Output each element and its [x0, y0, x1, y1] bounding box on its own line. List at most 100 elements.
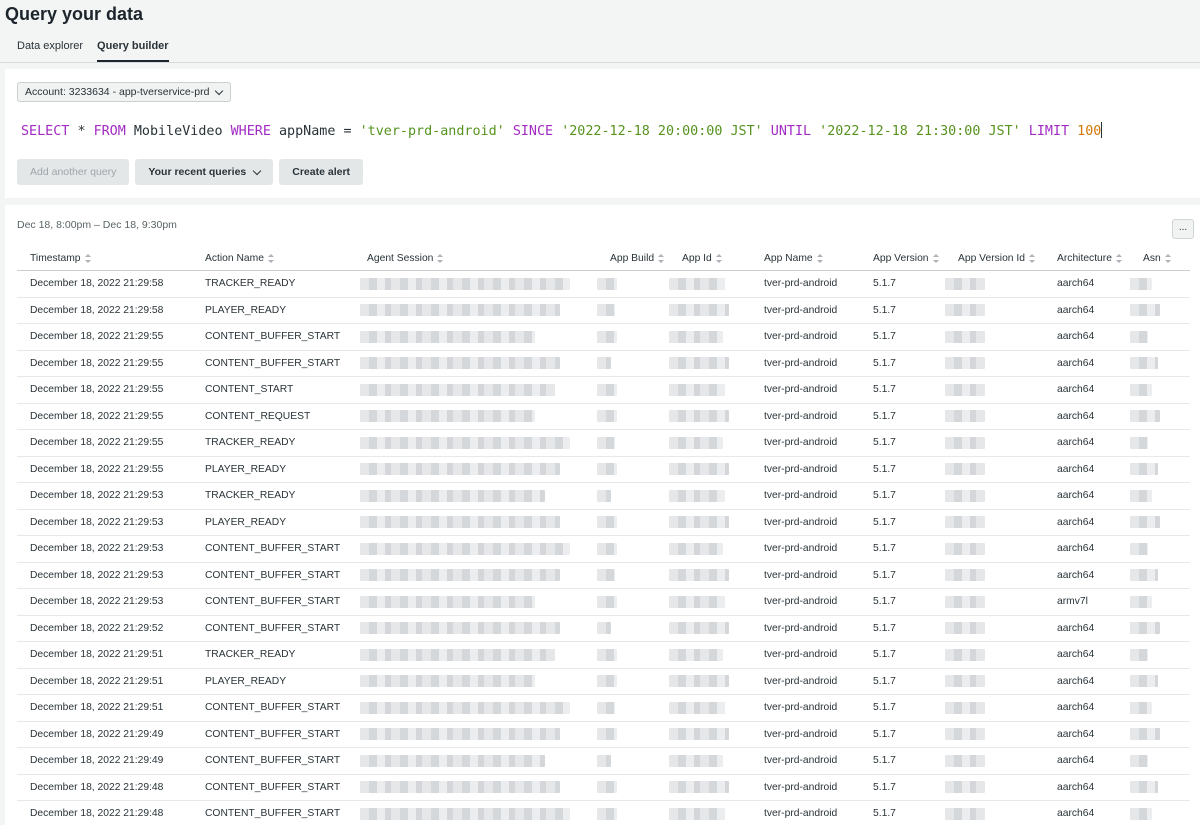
table-cell: tver-prd-android	[751, 350, 860, 377]
table-row[interactable]: December 18, 2022 21:29:55 CONTENT_START t…	[17, 376, 1190, 404]
table-cell	[1130, 721, 1190, 748]
table-cell: December 18, 2022 21:29:48	[17, 774, 192, 801]
redacted-value	[360, 622, 560, 635]
table-row[interactable]: December 18, 2022 21:29:53 CONTENT_BUFFER…	[17, 562, 1190, 589]
more-options-button[interactable]: ...	[1172, 219, 1194, 239]
table-cell: 5.1.7	[860, 588, 945, 616]
table-cell: 5.1.7	[860, 403, 945, 430]
redacted-value	[360, 410, 535, 423]
redacted-value	[669, 754, 723, 767]
table-row[interactable]: December 18, 2022 21:29:52 CONTENT_BUFFER…	[17, 615, 1190, 642]
column-header[interactable]: App Version	[860, 246, 945, 271]
sort-icon[interactable]	[267, 253, 274, 263]
table-row[interactable]: December 18, 2022 21:29:49 CONTENT_BUFFER…	[17, 721, 1190, 748]
column-header[interactable]: Asn	[1130, 246, 1190, 271]
redacted-value	[669, 516, 729, 529]
table-cell: December 18, 2022 21:29:53	[17, 588, 192, 616]
table-cell	[669, 350, 751, 377]
table-row[interactable]: December 18, 2022 21:29:49 CONTENT_BUFFER…	[17, 747, 1190, 775]
table-row[interactable]: December 18, 2022 21:29:51 CONTENT_BUFFER…	[17, 694, 1190, 722]
table-cell: 5.1.7	[860, 774, 945, 801]
redacted-value	[1130, 410, 1160, 423]
redacted-value	[945, 542, 985, 555]
table-row[interactable]: December 18, 2022 21:29:55 PLAYER_READY tv…	[17, 456, 1190, 483]
redacted-value	[945, 569, 985, 582]
table-row[interactable]: December 18, 2022 21:29:53 CONTENT_BUFFER…	[17, 588, 1190, 616]
redacted-value	[360, 728, 560, 741]
table-cell	[597, 774, 669, 801]
tab-query-builder[interactable]: Query builder	[97, 40, 169, 62]
table-cell: aarch64	[1044, 482, 1130, 510]
sort-icon[interactable]	[437, 253, 444, 263]
table-cell: tver-prd-android	[751, 270, 860, 298]
sort-icon[interactable]	[1028, 253, 1035, 263]
table-row[interactable]: December 18, 2022 21:29:55 CONTENT_BUFFER…	[17, 323, 1190, 351]
table-cell	[669, 694, 751, 722]
nrql-query-editor[interactable]: SELECT * FROM MobileVideo WHERE appName …	[21, 122, 1103, 139]
table-cell: 5.1.7	[860, 668, 945, 695]
column-header[interactable]: App Name	[751, 246, 860, 271]
redacted-value	[945, 304, 985, 317]
table-row[interactable]: December 18, 2022 21:29:55 TRACKER_READY t…	[17, 429, 1190, 457]
table-row[interactable]: December 18, 2022 21:29:53 CONTENT_BUFFER…	[17, 535, 1190, 563]
sort-icon[interactable]	[1164, 253, 1171, 263]
table-cell: December 18, 2022 21:29:55	[17, 456, 192, 483]
column-header-label: App Build	[610, 252, 655, 264]
table-cell: December 18, 2022 21:29:51	[17, 641, 192, 669]
table-cell: 5.1.7	[860, 376, 945, 404]
table-row[interactable]: December 18, 2022 21:29:51 TRACKER_READY t…	[17, 641, 1190, 669]
table-cell: CONTENT_BUFFER_START	[192, 721, 354, 748]
table-row[interactable]: December 18, 2022 21:29:55 CONTENT_REQUES…	[17, 403, 1190, 430]
table-row[interactable]: December 18, 2022 21:29:58 TRACKER_READY t…	[17, 270, 1190, 298]
query-token: WHERE	[230, 124, 271, 139]
table-row[interactable]: December 18, 2022 21:29:53 PLAYER_READY tv…	[17, 509, 1190, 536]
account-selector[interactable]: Account: 3233634 - app-tverservice-prd	[17, 82, 232, 102]
query-token: SELECT	[21, 124, 70, 139]
table-cell	[669, 509, 751, 536]
redacted-value	[669, 701, 725, 714]
sort-icon[interactable]	[932, 253, 939, 263]
table-row[interactable]: December 18, 2022 21:29:58 PLAYER_READY tv…	[17, 297, 1190, 324]
table-row[interactable]: December 18, 2022 21:29:48 CONTENT_BUFFER…	[17, 774, 1190, 801]
table-cell	[1130, 323, 1190, 351]
table-row[interactable]: December 18, 2022 21:29:48 CONTENT_BUFFER…	[17, 800, 1190, 825]
table-row[interactable]: December 18, 2022 21:29:55 CONTENT_BUFFER…	[17, 350, 1190, 377]
table-cell	[597, 297, 669, 324]
table-cell: aarch64	[1044, 350, 1130, 377]
table-cell	[945, 774, 1044, 801]
column-header[interactable]: App Version Id	[945, 246, 1044, 271]
sort-icon[interactable]	[658, 253, 665, 263]
query-panel: Account: 3233634 - app-tverservice-prd S…	[5, 69, 1200, 198]
column-header[interactable]: Architecture	[1044, 246, 1130, 271]
table-cell: December 18, 2022 21:29:55	[17, 350, 192, 377]
redacted-value	[597, 330, 617, 343]
table-cell: December 18, 2022 21:29:55	[17, 376, 192, 404]
create-alert-button[interactable]: Create alert	[279, 159, 364, 185]
column-header[interactable]: App Build	[597, 246, 669, 271]
redacted-value	[1130, 516, 1160, 529]
table-cell	[354, 562, 597, 589]
column-header[interactable]: Agent Session	[354, 246, 597, 271]
sort-icon[interactable]	[1115, 253, 1122, 263]
table-cell: December 18, 2022 21:29:58	[17, 297, 192, 324]
sort-icon[interactable]	[715, 253, 722, 263]
column-header[interactable]: Action Name	[192, 246, 354, 271]
recent-queries-button[interactable]: Your recent queries	[135, 159, 274, 185]
table-cell: PLAYER_READY	[192, 297, 354, 324]
table-cell	[1130, 774, 1190, 801]
sort-icon[interactable]	[84, 253, 91, 263]
table-cell: 5.1.7	[860, 562, 945, 589]
table-cell	[597, 562, 669, 589]
tab-data-explorer[interactable]: Data explorer	[17, 40, 83, 62]
table-row[interactable]: December 18, 2022 21:29:53 TRACKER_READY t…	[17, 482, 1190, 510]
redacted-value	[597, 675, 617, 688]
add-another-query-button[interactable]: Add another query	[17, 159, 130, 185]
query-token	[505, 124, 513, 139]
column-header[interactable]: App Id	[669, 246, 751, 271]
chevron-down-icon	[253, 166, 262, 175]
redacted-value	[360, 542, 570, 555]
table-cell: PLAYER_READY	[192, 668, 354, 695]
table-row[interactable]: December 18, 2022 21:29:51 PLAYER_READY tv…	[17, 668, 1190, 695]
column-header[interactable]: Timestamp	[17, 246, 192, 271]
sort-icon[interactable]	[816, 253, 823, 263]
